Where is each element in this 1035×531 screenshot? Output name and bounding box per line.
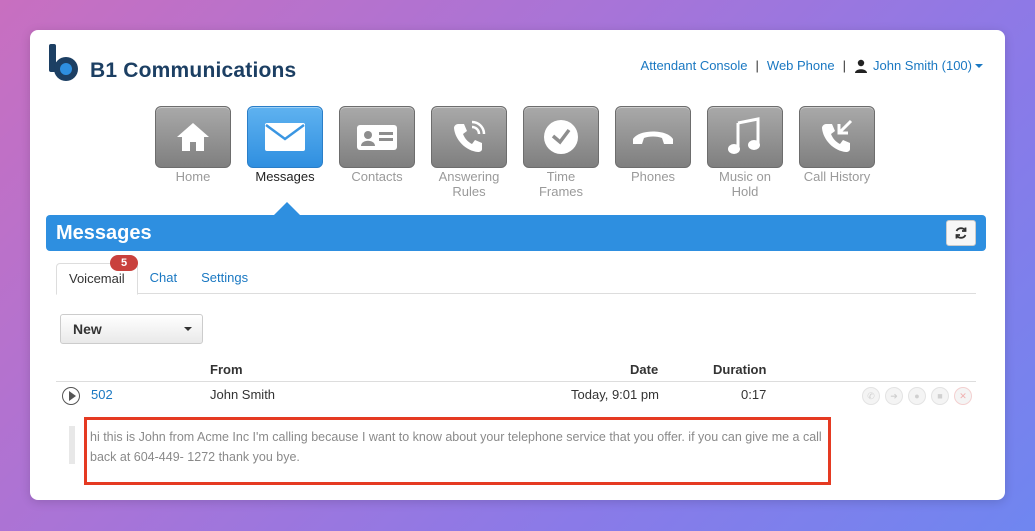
tab-chat[interactable]: Chat — [138, 263, 189, 293]
main-nav: Home Messages Contacts Answering Rules T… — [155, 106, 891, 199]
delete-icon[interactable]: ✕ — [954, 387, 972, 405]
nav-answering-rules[interactable]: Answering Rules — [431, 106, 507, 199]
row-actions: ✆ ➜ ● ■ ✕ — [857, 387, 972, 405]
nav-music-on-hold[interactable]: Music on Hold — [707, 106, 783, 199]
app-window: B1 Communications Attendant Console | We… — [30, 30, 1005, 500]
chevron-down-icon — [975, 63, 983, 68]
nav-messages-label: Messages — [255, 169, 315, 184]
music-note-icon — [707, 106, 783, 168]
app-name: B1 Communications — [90, 59, 297, 82]
envelope-icon — [247, 106, 323, 168]
nav-answering-rules-label: Answering Rules — [438, 169, 500, 199]
chevron-down-icon — [184, 327, 192, 331]
nav-home-label: Home — [175, 169, 211, 184]
caller-extension[interactable]: 502 — [91, 387, 113, 402]
nav-home[interactable]: Home — [155, 106, 231, 199]
nav-phones-label: Phones — [630, 169, 676, 184]
tab-voicemail-label: Voicemail — [69, 271, 125, 286]
message-date: Today, 9:01 pm — [571, 387, 659, 402]
col-duration: Duration — [713, 362, 767, 377]
user-menu[interactable]: John Smith (100) — [854, 58, 983, 73]
table-header: From Date Duration — [56, 360, 976, 382]
page-banner: Messages — [46, 215, 986, 251]
refresh-button[interactable] — [946, 220, 976, 246]
user-icon — [855, 59, 867, 73]
col-date: Date — [630, 362, 659, 377]
forward-icon[interactable]: ➜ — [885, 387, 903, 405]
message-duration: 0:17 — [741, 387, 767, 402]
unread-count-badge: 5 — [110, 255, 139, 271]
header-links: Attendant Console | Web Phone | John Smi… — [641, 58, 983, 73]
nav-phones[interactable]: Phones — [615, 106, 691, 199]
nav-time-frames-label: Time Frames — [538, 169, 584, 199]
nav-contacts-label: Contacts — [351, 169, 403, 184]
call-history-icon — [799, 106, 875, 168]
tab-voicemail[interactable]: Voicemail 5 — [56, 255, 139, 295]
transcript-bar — [69, 426, 75, 464]
web-phone-link[interactable]: Web Phone — [767, 58, 835, 73]
logo: B1 Communications — [46, 44, 296, 84]
contact-card-icon — [339, 106, 415, 168]
save-contact-icon[interactable]: ● — [908, 387, 926, 405]
save-icon[interactable]: ■ — [931, 387, 949, 405]
call-back-icon[interactable]: ✆ — [862, 387, 880, 405]
user-name: John Smith (100) — [873, 58, 972, 73]
nav-contacts[interactable]: Contacts — [339, 106, 415, 199]
message-tabs: Voicemail 5 Chat Settings — [56, 255, 976, 295]
clock-icon — [523, 106, 599, 168]
handset-icon — [615, 106, 691, 168]
table-row[interactable]: 502 John Smith Today, 9:01 pm 0:17 ✆ ➜ ●… — [56, 383, 976, 409]
nav-call-history-label: Call History — [803, 169, 871, 184]
divider: | — [755, 58, 759, 73]
attendant-console-link[interactable]: Attendant Console — [641, 58, 748, 73]
b1-logo-icon — [46, 44, 82, 84]
play-icon[interactable] — [62, 387, 80, 405]
message-filter-select[interactable]: New — [60, 314, 203, 344]
divider: | — [842, 58, 846, 73]
tab-settings[interactable]: Settings — [189, 263, 260, 293]
home-icon — [155, 106, 231, 168]
col-from: From — [210, 362, 243, 377]
refresh-icon — [955, 227, 967, 239]
active-nav-pointer — [274, 202, 300, 215]
nav-messages[interactable]: Messages — [247, 106, 323, 199]
phone-ringing-icon — [431, 106, 507, 168]
highlight-box — [84, 417, 831, 485]
caller-name: John Smith — [210, 387, 276, 402]
page-title: Messages — [56, 221, 152, 244]
nav-time-frames[interactable]: Time Frames — [523, 106, 599, 199]
nav-music-on-hold-label: Music on Hold — [718, 169, 772, 199]
filter-value: New — [73, 321, 102, 337]
nav-call-history[interactable]: Call History — [799, 106, 875, 199]
